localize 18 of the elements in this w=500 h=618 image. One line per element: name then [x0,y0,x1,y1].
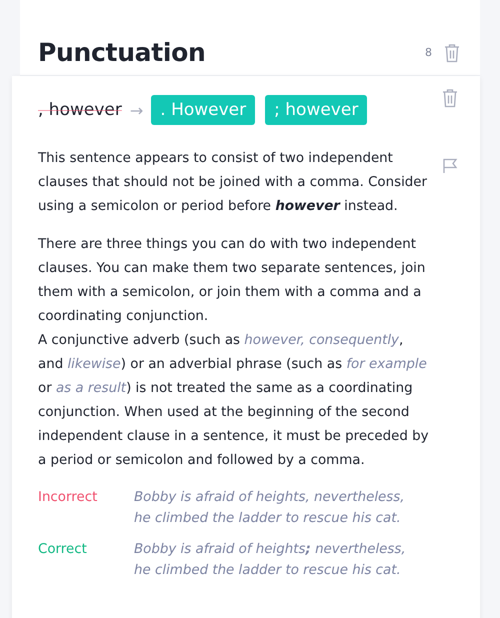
issue-count: 8 [425,46,432,59]
example-sentence: he climbed the ladder to rescue his cat. [134,510,402,528]
explanation-paragraph: This sentence appears to consist of two independent clauses that should not be joined with a comma. Consider using a semicolon or period before however instead. [38,150,428,216]
original-text: , however [38,100,122,120]
flag-icon[interactable] [442,158,458,174]
example-label: Correct [38,541,88,559]
trash-icon[interactable] [444,42,460,62]
example-label: Incorrect [38,489,98,507]
trash-icon[interactable] [442,88,458,108]
arrow: → [130,100,144,120]
example-sentence: he climbed the ladder to rescue his cat. [134,562,402,580]
example-sentence: Bobby is afraid of heights; nevertheless, [134,541,407,559]
suggestion-button[interactable]: . However [151,95,256,125]
example-sentence: Bobby is afraid of heights, nevertheless, [134,489,406,507]
suggestion-button[interactable]: ; however [265,95,368,125]
explanation-paragraph: A conjunctive adverb (such as however, consequently, and likewise) or an adverbial phrase (such as for example or as a result) is not treated the same as a coordinating conjunction. When used at the beginning of the second independent clause in a sentence, it must be preceded by a period or semicolon and followed by a comma. [38,332,430,470]
section-title: Punctuation [38,38,207,67]
explanation-paragraph: There are three things you can do with two independent clauses. You can make them two separate sentences, join them with a semicolon, or join them with a comma and a coordinating conjunction. [38,236,426,326]
